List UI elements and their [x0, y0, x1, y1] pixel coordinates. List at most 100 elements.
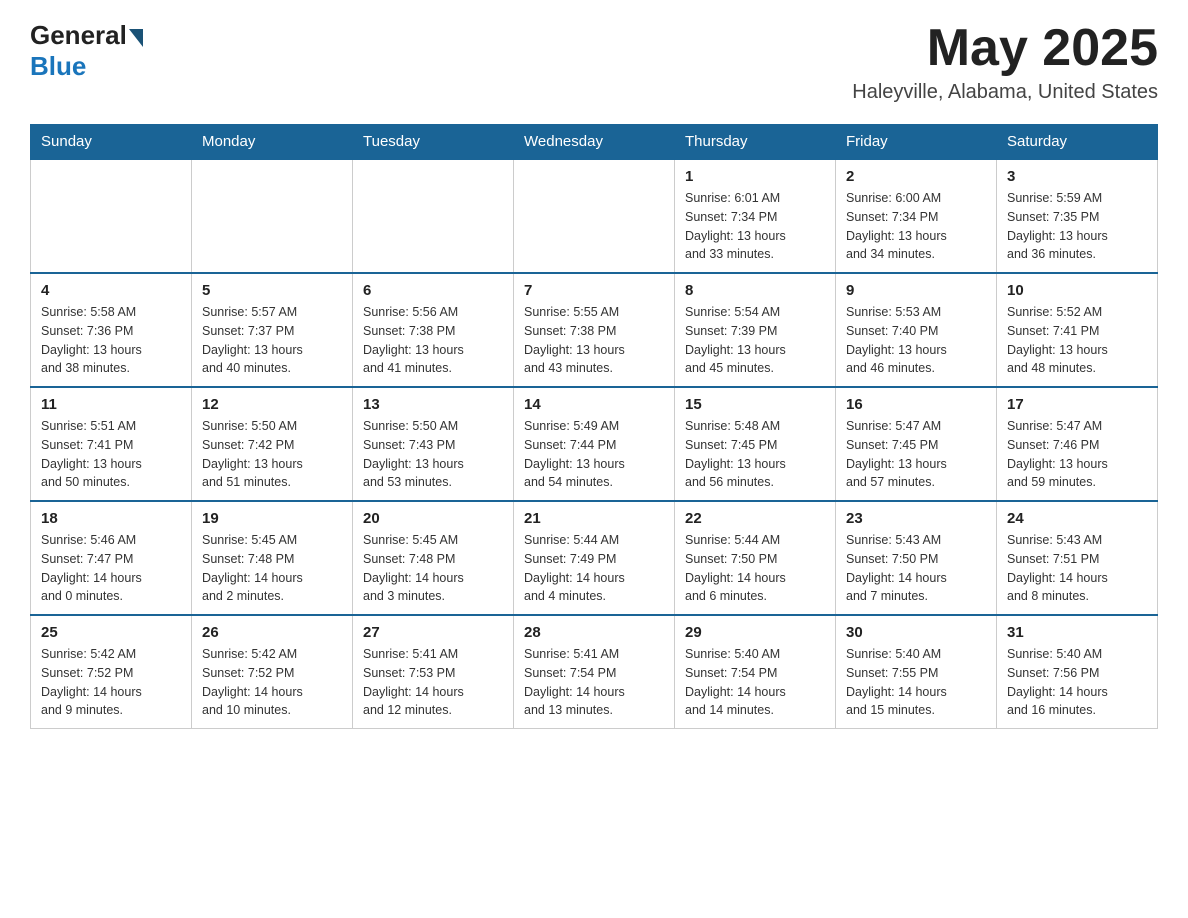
day-number: 26: [202, 624, 342, 641]
day-info: Sunrise: 5:45 AMSunset: 7:48 PMDaylight:…: [363, 531, 503, 606]
day-number: 4: [41, 282, 181, 299]
calendar-day-cell: 26 Sunrise: 5:42 AMSunset: 7:52 PMDayligh…: [192, 615, 353, 729]
day-number: 7: [524, 282, 664, 299]
calendar-day-cell: 4Sunrise: 5:58 AMSunset: 7:36 PMDaylight…: [31, 273, 192, 387]
day-number: 30: [846, 624, 986, 641]
calendar-day-cell: 3 Sunrise: 5:59 AMSunset: 7:35 PMDaylight…: [997, 159, 1158, 273]
day-number: 17: [1007, 396, 1147, 413]
logo-blue-text: Blue: [30, 51, 86, 82]
logo-arrow-icon: [129, 29, 143, 47]
day-of-week-header: Saturday: [997, 125, 1158, 160]
logo-general-text: General: [30, 20, 127, 51]
calendar-day-cell: [192, 159, 353, 273]
day-info: Sunrise: 5:59 AMSunset: 7:35 PMDaylight:…: [1007, 189, 1147, 264]
day-info: Sunrise: 5:51 AMSunset: 7:41 PMDaylight:…: [41, 417, 181, 492]
day-info: Sunrise: 5:50 AMSunset: 7:43 PMDaylight:…: [363, 417, 503, 492]
day-of-week-header: Sunday: [31, 125, 192, 160]
calendar-day-cell: 7 Sunrise: 5:55 AMSunset: 7:38 PMDaylight…: [514, 273, 675, 387]
calendar-day-cell: 24 Sunrise: 5:43 AMSunset: 7:51 PMDayligh…: [997, 501, 1158, 615]
calendar-day-cell: 19Sunrise: 5:45 AMSunset: 7:48 PMDayligh…: [192, 501, 353, 615]
day-number: 3: [1007, 168, 1147, 185]
day-info: Sunrise: 5:52 AMSunset: 7:41 PMDaylight:…: [1007, 303, 1147, 378]
calendar-day-cell: 10 Sunrise: 5:52 AMSunset: 7:41 PMDayligh…: [997, 273, 1158, 387]
day-number: 5: [202, 282, 342, 299]
day-info: Sunrise: 5:43 AMSunset: 7:50 PMDaylight:…: [846, 531, 986, 606]
calendar-day-cell: 11 Sunrise: 5:51 AMSunset: 7:41 PMDayligh…: [31, 387, 192, 501]
page-header: General Blue May 2025 Haleyville, Alabam…: [30, 20, 1158, 104]
day-info: Sunrise: 5:46 AMSunset: 7:47 PMDaylight:…: [41, 531, 181, 606]
day-info: Sunrise: 6:01 AMSunset: 7:34 PMDaylight:…: [685, 189, 825, 264]
title-area: May 2025 Haleyville, Alabama, United Sta…: [852, 20, 1158, 104]
day-info: Sunrise: 5:40 AMSunset: 7:56 PMDaylight:…: [1007, 645, 1147, 720]
day-number: 13: [363, 396, 503, 413]
day-of-week-header: Monday: [192, 125, 353, 160]
day-number: 8: [685, 282, 825, 299]
calendar-day-cell: [353, 159, 514, 273]
calendar-day-cell: 27Sunrise: 5:41 AMSunset: 7:53 PMDayligh…: [353, 615, 514, 729]
calendar-day-cell: 1 Sunrise: 6:01 AMSunset: 7:34 PMDaylight…: [675, 159, 836, 273]
calendar-day-cell: 14 Sunrise: 5:49 AMSunset: 7:44 PMDayligh…: [514, 387, 675, 501]
calendar-day-cell: [514, 159, 675, 273]
day-of-week-header: Wednesday: [514, 125, 675, 160]
day-number: 24: [1007, 510, 1147, 527]
day-of-week-header: Friday: [836, 125, 997, 160]
day-info: Sunrise: 5:50 AMSunset: 7:42 PMDaylight:…: [202, 417, 342, 492]
day-number: 21: [524, 510, 664, 527]
day-number: 18: [41, 510, 181, 527]
calendar-day-cell: 30 Sunrise: 5:40 AMSunset: 7:55 PMDayligh…: [836, 615, 997, 729]
day-info: Sunrise: 5:43 AMSunset: 7:51 PMDaylight:…: [1007, 531, 1147, 606]
day-number: 31: [1007, 624, 1147, 641]
calendar-day-cell: 31 Sunrise: 5:40 AMSunset: 7:56 PMDayligh…: [997, 615, 1158, 729]
month-year-title: May 2025: [852, 20, 1158, 77]
calendar-week-row: 25 Sunrise: 5:42 AMSunset: 7:52 PMDayligh…: [31, 615, 1158, 729]
calendar-day-cell: 8Sunrise: 5:54 AMSunset: 7:39 PMDaylight…: [675, 273, 836, 387]
calendar-day-cell: 2 Sunrise: 6:00 AMSunset: 7:34 PMDaylight…: [836, 159, 997, 273]
day-number: 11: [41, 396, 181, 413]
day-info: Sunrise: 5:44 AMSunset: 7:50 PMDaylight:…: [685, 531, 825, 606]
day-info: Sunrise: 5:40 AMSunset: 7:55 PMDaylight:…: [846, 645, 986, 720]
day-number: 27: [363, 624, 503, 641]
day-info: Sunrise: 5:47 AMSunset: 7:46 PMDaylight:…: [1007, 417, 1147, 492]
calendar-day-cell: 6Sunrise: 5:56 AMSunset: 7:38 PMDaylight…: [353, 273, 514, 387]
calendar-day-cell: 16Sunrise: 5:47 AMSunset: 7:45 PMDayligh…: [836, 387, 997, 501]
calendar-day-cell: 21 Sunrise: 5:44 AMSunset: 7:49 PMDayligh…: [514, 501, 675, 615]
day-number: 15: [685, 396, 825, 413]
calendar-header-row: SundayMondayTuesdayWednesdayThursdayFrid…: [31, 125, 1158, 160]
day-number: 25: [41, 624, 181, 641]
day-info: Sunrise: 5:48 AMSunset: 7:45 PMDaylight:…: [685, 417, 825, 492]
calendar-week-row: 11 Sunrise: 5:51 AMSunset: 7:41 PMDayligh…: [31, 387, 1158, 501]
day-info: Sunrise: 5:40 AMSunset: 7:54 PMDaylight:…: [685, 645, 825, 720]
day-info: Sunrise: 5:42 AMSunset: 7:52 PMDaylight:…: [202, 645, 342, 720]
day-number: 22: [685, 510, 825, 527]
logo: General Blue: [30, 20, 143, 82]
day-number: 28: [524, 624, 664, 641]
day-number: 23: [846, 510, 986, 527]
calendar-day-cell: 15 Sunrise: 5:48 AMSunset: 7:45 PMDayligh…: [675, 387, 836, 501]
day-of-week-header: Tuesday: [353, 125, 514, 160]
day-info: Sunrise: 5:42 AMSunset: 7:52 PMDaylight:…: [41, 645, 181, 720]
day-number: 29: [685, 624, 825, 641]
day-number: 20: [363, 510, 503, 527]
day-number: 1: [685, 168, 825, 185]
day-number: 16: [846, 396, 986, 413]
day-info: Sunrise: 5:55 AMSunset: 7:38 PMDaylight:…: [524, 303, 664, 378]
calendar-day-cell: 20 Sunrise: 5:45 AMSunset: 7:48 PMDayligh…: [353, 501, 514, 615]
calendar-day-cell: [31, 159, 192, 273]
day-number: 10: [1007, 282, 1147, 299]
day-info: Sunrise: 5:49 AMSunset: 7:44 PMDaylight:…: [524, 417, 664, 492]
day-info: Sunrise: 5:56 AMSunset: 7:38 PMDaylight:…: [363, 303, 503, 378]
calendar-week-row: 1 Sunrise: 6:01 AMSunset: 7:34 PMDaylight…: [31, 159, 1158, 273]
day-number: 12: [202, 396, 342, 413]
calendar-day-cell: 5Sunrise: 5:57 AMSunset: 7:37 PMDaylight…: [192, 273, 353, 387]
calendar-week-row: 18 Sunrise: 5:46 AMSunset: 7:47 PMDayligh…: [31, 501, 1158, 615]
day-number: 2: [846, 168, 986, 185]
day-info: Sunrise: 6:00 AMSunset: 7:34 PMDaylight:…: [846, 189, 986, 264]
calendar-day-cell: 17 Sunrise: 5:47 AMSunset: 7:46 PMDayligh…: [997, 387, 1158, 501]
calendar-day-cell: 28Sunrise: 5:41 AMSunset: 7:54 PMDayligh…: [514, 615, 675, 729]
calendar-day-cell: 18 Sunrise: 5:46 AMSunset: 7:47 PMDayligh…: [31, 501, 192, 615]
calendar-day-cell: 25 Sunrise: 5:42 AMSunset: 7:52 PMDayligh…: [31, 615, 192, 729]
day-info: Sunrise: 5:53 AMSunset: 7:40 PMDaylight:…: [846, 303, 986, 378]
day-info: Sunrise: 5:44 AMSunset: 7:49 PMDaylight:…: [524, 531, 664, 606]
calendar-day-cell: 29 Sunrise: 5:40 AMSunset: 7:54 PMDayligh…: [675, 615, 836, 729]
day-number: 14: [524, 396, 664, 413]
